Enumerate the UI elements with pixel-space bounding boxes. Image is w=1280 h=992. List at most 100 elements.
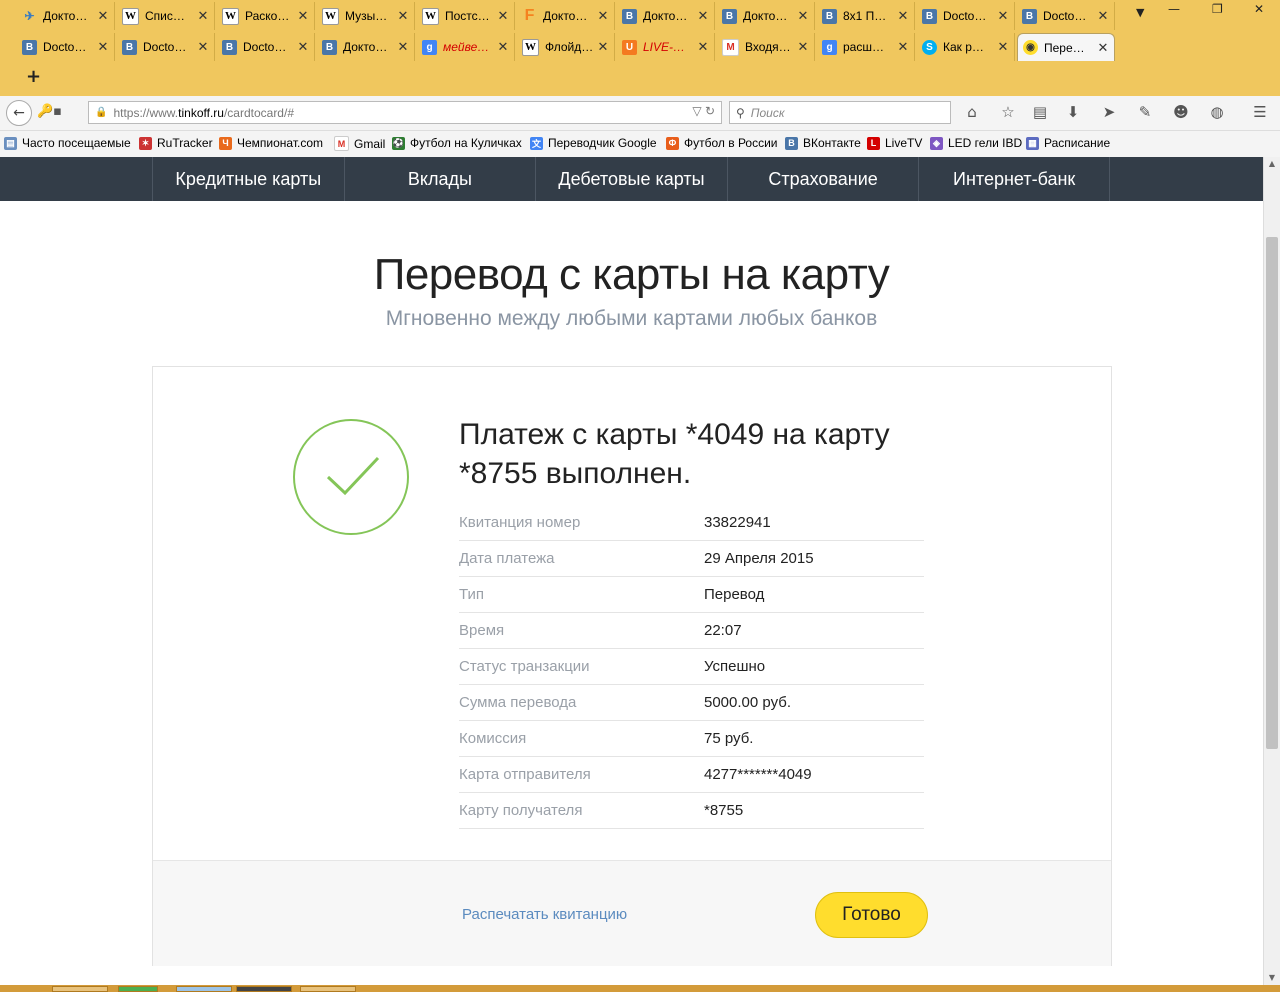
browser-tab[interactable]: S Как р… ✕	[917, 33, 1015, 61]
browser-tab[interactable]: g расш… ✕	[817, 33, 915, 61]
restore-icon[interactable]: ❐	[1212, 2, 1223, 16]
scroll-down-icon[interactable]: ▼	[1264, 971, 1280, 985]
bookmark-item[interactable]: ⚽ Футбол на Куличках	[392, 136, 522, 150]
tab-title: Docto…	[943, 9, 987, 23]
close-tab-icon[interactable]: ✕	[196, 39, 210, 55]
reload-icon[interactable]: ▽ ↻	[692, 104, 715, 118]
done-button[interactable]: Готово	[815, 892, 928, 938]
page-scrollbar[interactable]: ▲ ▼	[1263, 157, 1280, 985]
home-icon[interactable]: ⌂	[962, 103, 982, 121]
close-tab-icon[interactable]: ✕	[1096, 8, 1110, 24]
bookmark-item[interactable]: B ВКонтакте	[785, 136, 861, 150]
search-input[interactable]: ⚲ Поиск	[729, 101, 951, 124]
back-button[interactable]: ←	[6, 100, 32, 126]
close-tab-icon[interactable]: ✕	[396, 39, 410, 55]
bookmarks-toolbar: ▤ Часто посещаемые ✶ RuTracker Ч Чемпионат.co…	[0, 131, 1280, 158]
bookmark-item[interactable]: L LiveTV	[867, 136, 922, 150]
bookmark-item[interactable]: ◈ LED гели IBD	[930, 136, 1022, 150]
close-tab-icon[interactable]: ✕	[296, 8, 310, 24]
menu-icon[interactable]: ☰	[1250, 103, 1270, 121]
bookmark-item[interactable]: 文 Переводчик Google	[530, 136, 657, 150]
browser-tab[interactable]: B 8х1 П… ✕	[817, 2, 915, 30]
bookmark-item[interactable]: Ф Футбол в России	[666, 136, 778, 150]
close-tab-icon[interactable]: ✕	[696, 39, 710, 55]
nav-item[interactable]: Кредитные карты	[152, 157, 344, 201]
close-tab-icon[interactable]: ✕	[896, 8, 910, 24]
bookmarks-menu-icon[interactable]: ▤	[1030, 103, 1050, 121]
receipt-row-label: Комиссия	[459, 730, 527, 747]
browser-tab[interactable]: B Docto… ✕	[917, 2, 1015, 30]
close-tab-icon[interactable]: ✕	[596, 39, 610, 55]
close-tab-icon[interactable]: ✕	[596, 8, 610, 24]
downloads-icon[interactable]: ⬇	[1063, 103, 1083, 121]
edit-icon[interactable]: ✎	[1135, 103, 1155, 121]
tab-title: Музы…	[345, 9, 388, 23]
close-tab-icon[interactable]: ✕	[996, 8, 1010, 24]
site-identity-icon[interactable]: 🔑▪	[37, 104, 62, 119]
browser-tab[interactable]: B Docto… ✕	[1017, 2, 1115, 30]
print-receipt-link[interactable]: Распечатать квитанцию	[462, 906, 627, 923]
close-tab-icon[interactable]: ✕	[96, 8, 110, 24]
scroll-up-icon[interactable]: ▲	[1264, 157, 1280, 171]
browser-tab[interactable]: W Флойд… ✕	[517, 33, 615, 61]
taskbar-item[interactable]	[52, 986, 108, 992]
wiki-favicon-icon: W	[522, 38, 539, 56]
close-tab-icon[interactable]: ✕	[896, 39, 910, 55]
browser-tab[interactable]: ✈ Докто… ✕	[17, 2, 115, 30]
wiki-favicon-icon: W	[222, 7, 239, 25]
bookmark-item[interactable]: ▦ Расписание	[1026, 136, 1110, 150]
browser-tab[interactable]: B Докто… ✕	[317, 33, 415, 61]
globe-icon[interactable]: ◍	[1207, 103, 1227, 121]
close-tab-icon[interactable]: ✕	[796, 8, 810, 24]
browser-tab[interactable]: W Музы… ✕	[317, 2, 415, 30]
close-tab-icon[interactable]: ✕	[496, 39, 510, 55]
new-tab-button[interactable]: +	[26, 66, 41, 87]
browser-tab[interactable]: W Раско… ✕	[217, 2, 315, 30]
browser-tab[interactable]: W Спис… ✕	[117, 2, 215, 30]
browser-tab[interactable]: B Docto… ✕	[217, 33, 315, 61]
taskbar-item[interactable]	[176, 986, 232, 992]
close-tab-icon[interactable]: ✕	[496, 8, 510, 24]
tab-title: Докто…	[543, 9, 588, 23]
close-tab-icon[interactable]: ✕	[96, 39, 110, 55]
browser-tab[interactable]: ◉ Пере… ✕	[1017, 33, 1115, 61]
browser-tab[interactable]: W Постс… ✕	[417, 2, 515, 30]
minimize-icon[interactable]: —	[1168, 2, 1180, 16]
close-tab-icon[interactable]: ✕	[296, 39, 310, 55]
nav-item[interactable]: Дебетовые карты	[535, 157, 727, 201]
browser-tab[interactable]: F Докто… ✕	[517, 2, 615, 30]
close-tab-icon[interactable]: ✕	[196, 8, 210, 24]
nav-item[interactable]: Страхование	[726, 157, 919, 201]
all-tabs-dropdown-icon[interactable]: ▼	[1136, 6, 1144, 19]
browser-tab[interactable]: B Docto… ✕	[17, 33, 115, 61]
close-tab-icon[interactable]: ✕	[696, 8, 710, 24]
nav-item[interactable]: Интернет-банк	[918, 157, 1110, 201]
chat-icon[interactable]: ☻	[1171, 103, 1191, 121]
close-tab-icon[interactable]: ✕	[796, 39, 810, 55]
taskbar-item[interactable]	[300, 986, 356, 992]
receipt-row-value: *8755	[704, 802, 744, 819]
close-window-icon[interactable]: ✕	[1254, 2, 1264, 16]
taskbar-item[interactable]	[118, 986, 158, 992]
url-path: /cardtocard/#	[223, 105, 294, 120]
bookmark-item[interactable]: Ч Чемпионат.com	[219, 136, 323, 150]
send-icon[interactable]: ➤	[1099, 103, 1119, 121]
scrollbar-thumb[interactable]	[1266, 237, 1278, 749]
browser-tab[interactable]: B Докто… ✕	[617, 2, 715, 30]
browser-tab[interactable]: B Докто… ✕	[717, 2, 815, 30]
bookmark-item[interactable]: M Gmail	[334, 136, 385, 151]
bookmark-star-icon[interactable]: ☆	[998, 103, 1018, 121]
browser-tab[interactable]: U LIVE-… ✕	[617, 33, 715, 61]
bookmark-item[interactable]: ▤ Часто посещаемые	[4, 136, 131, 150]
close-tab-icon[interactable]: ✕	[996, 39, 1010, 55]
close-tab-icon[interactable]: ✕	[396, 8, 410, 24]
browser-tab[interactable]: B Docto… ✕	[117, 33, 215, 61]
browser-tab[interactable]: M Входя… ✕	[717, 33, 815, 61]
taskbar-item[interactable]	[236, 986, 292, 992]
browser-tab[interactable]: g мейве… ✕	[417, 33, 515, 61]
url-bar[interactable]: 🔒 https://www. tinkoff.ru/cardtocard/# ▽ …	[88, 101, 722, 124]
close-tab-icon[interactable]: ✕	[1096, 40, 1110, 56]
bookmark-item[interactable]: ✶ RuTracker	[139, 136, 213, 150]
cal-bookmark-icon: ▦	[1026, 136, 1039, 150]
nav-item[interactable]: Вклады	[343, 157, 536, 201]
